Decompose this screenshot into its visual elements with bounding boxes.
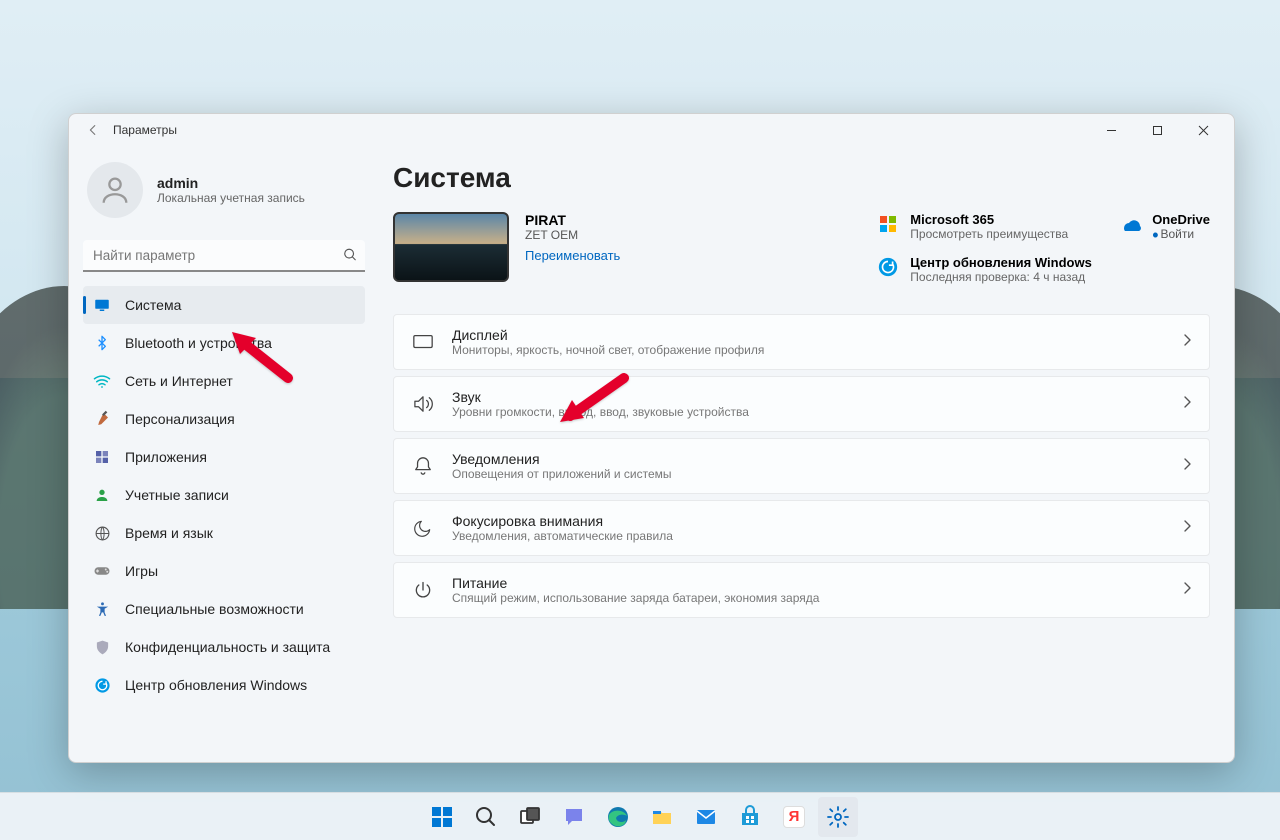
sidebar-item-label: Время и язык xyxy=(125,525,213,541)
monitor-icon xyxy=(412,331,434,353)
account-subtitle: Локальная учетная запись xyxy=(157,191,305,205)
sidebar-item-system[interactable]: Система xyxy=(83,286,365,324)
taskbar-store[interactable] xyxy=(730,797,770,837)
window-title: Параметры xyxy=(113,123,177,137)
sidebar-item-update[interactable]: Центр обновления Windows xyxy=(83,666,365,704)
back-button[interactable] xyxy=(77,114,109,146)
settings-row-display[interactable]: ДисплейМониторы, яркость, ночной свет, о… xyxy=(393,314,1210,370)
taskbar-start[interactable] xyxy=(422,797,462,837)
minimize-button[interactable] xyxy=(1088,114,1134,146)
settings-row-sound[interactable]: ЗвукУровни громкости, вывод, ввод, звуко… xyxy=(393,376,1210,432)
accessibility-icon xyxy=(93,600,111,618)
device-block: PIRAT ZET OEM Переименовать xyxy=(393,212,620,284)
sidebar-item-label: Учетные записи xyxy=(125,487,229,503)
device-model: ZET OEM xyxy=(525,228,620,242)
power-icon xyxy=(412,579,434,601)
globe-icon xyxy=(93,524,111,542)
sidebar-item-personalization[interactable]: Персонализация xyxy=(83,400,365,438)
nav-list: Система Bluetooth и устройства Сеть и Инте… xyxy=(83,286,365,704)
sidebar-item-label: Центр обновления Windows xyxy=(125,677,307,693)
sidebar-item-accessibility[interactable]: Специальные возможности xyxy=(83,590,365,628)
update-icon xyxy=(93,676,111,694)
brush-icon xyxy=(93,410,111,428)
sidebar-item-accounts[interactable]: Учетные записи xyxy=(83,476,365,514)
chevron-right-icon xyxy=(1183,581,1191,599)
sidebar-item-label: Bluetooth и устройства xyxy=(125,335,272,351)
sidebar: admin Локальная учетная запись Система Bl… xyxy=(69,146,379,762)
chevron-right-icon xyxy=(1183,395,1191,413)
moon-icon xyxy=(412,517,434,539)
card-microsoft365[interactable]: Microsoft 365 Просмотреть преимущества xyxy=(876,212,1068,241)
search-icon xyxy=(343,248,357,265)
titlebar: Параметры xyxy=(69,114,1234,146)
settings-window: Параметры admin Локальная учетная запись xyxy=(68,113,1235,763)
taskbar-mail[interactable] xyxy=(686,797,726,837)
onedrive-icon xyxy=(1118,212,1142,236)
bell-icon xyxy=(412,455,434,477)
settings-list: ДисплейМониторы, яркость, ночной свет, о… xyxy=(393,314,1210,618)
taskbar-edge[interactable] xyxy=(598,797,638,837)
chevron-right-icon xyxy=(1183,457,1191,475)
search-box[interactable] xyxy=(83,240,365,272)
maximize-button[interactable] xyxy=(1134,114,1180,146)
rename-link[interactable]: Переименовать xyxy=(525,248,620,263)
taskbar-chat[interactable] xyxy=(554,797,594,837)
shield-icon xyxy=(93,638,111,656)
device-name: PIRAT xyxy=(525,212,620,228)
taskbar-yandex[interactable]: Я xyxy=(774,797,814,837)
sidebar-item-label: Приложения xyxy=(125,449,207,465)
avatar-icon xyxy=(87,162,143,218)
sidebar-item-network[interactable]: Сеть и Интернет xyxy=(83,362,365,400)
settings-row-power[interactable]: ПитаниеСпящий режим, использование заряд… xyxy=(393,562,1210,618)
sidebar-item-time[interactable]: Время и язык xyxy=(83,514,365,552)
sidebar-item-gaming[interactable]: Игры xyxy=(83,552,365,590)
sidebar-item-privacy[interactable]: Конфиденциальность и защита xyxy=(83,628,365,666)
sound-icon xyxy=(412,393,434,415)
wifi-icon xyxy=(93,372,111,390)
taskbar-explorer[interactable] xyxy=(642,797,682,837)
gamepad-icon xyxy=(93,562,111,580)
chevron-right-icon xyxy=(1183,333,1191,351)
card-windows-update[interactable]: Центр обновления Windows Последняя прове… xyxy=(876,255,1092,284)
taskbar-settings[interactable] xyxy=(818,797,858,837)
card-onedrive[interactable]: OneDrive •Войти xyxy=(1118,212,1210,241)
search-input[interactable] xyxy=(83,240,365,272)
sidebar-item-apps[interactable]: Приложения xyxy=(83,438,365,476)
taskbar-taskview[interactable] xyxy=(510,797,550,837)
person-icon xyxy=(93,486,111,504)
close-button[interactable] xyxy=(1180,114,1226,146)
sidebar-item-label: Система xyxy=(125,297,181,313)
chevron-right-icon xyxy=(1183,519,1191,537)
taskbar: Я xyxy=(0,792,1280,840)
device-thumbnail xyxy=(393,212,509,282)
microsoft365-icon xyxy=(876,212,900,236)
sidebar-item-label: Специальные возможности xyxy=(125,601,304,617)
account-name: admin xyxy=(157,175,305,191)
sidebar-item-label: Сеть и Интернет xyxy=(125,373,233,389)
sidebar-item-bluetooth[interactable]: Bluetooth и устройства xyxy=(83,324,365,362)
apps-icon xyxy=(93,448,111,466)
account-block[interactable]: admin Локальная учетная запись xyxy=(83,154,365,234)
taskbar-search[interactable] xyxy=(466,797,506,837)
main-panel: Система PIRAT ZET OEM Переименовать xyxy=(379,146,1234,762)
sidebar-item-label: Персонализация xyxy=(125,411,235,427)
sidebar-item-label: Игры xyxy=(125,563,158,579)
settings-row-notifications[interactable]: УведомленияОповещения от приложений и си… xyxy=(393,438,1210,494)
page-heading: Система xyxy=(393,162,1210,194)
display-icon xyxy=(93,296,111,314)
bluetooth-icon xyxy=(93,334,111,352)
settings-row-focus[interactable]: Фокусировка вниманияУведомления, автомат… xyxy=(393,500,1210,556)
update-icon xyxy=(876,255,900,279)
sidebar-item-label: Конфиденциальность и защита xyxy=(125,639,330,655)
